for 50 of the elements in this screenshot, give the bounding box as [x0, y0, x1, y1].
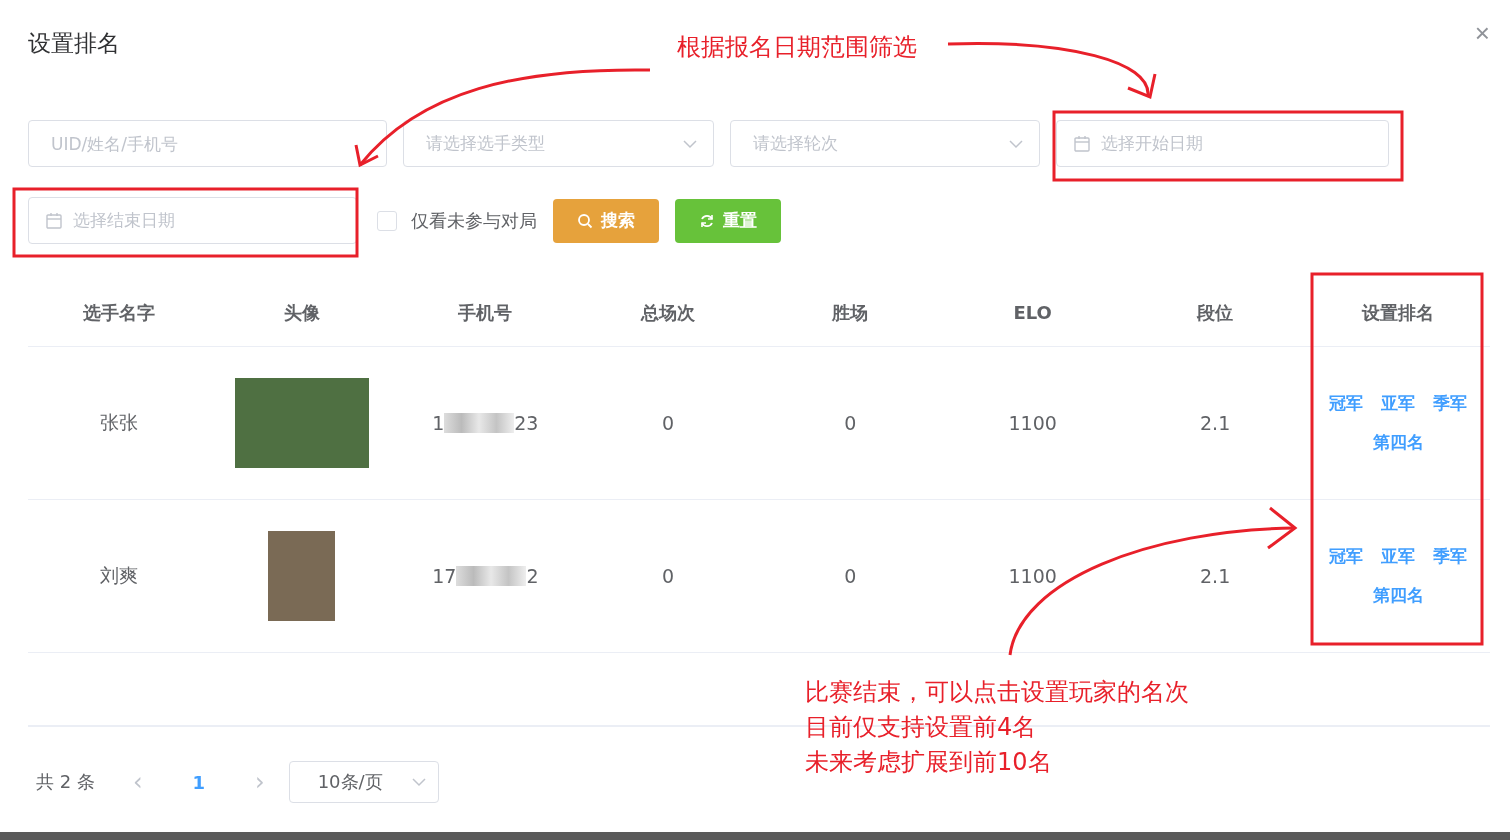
- rank-link[interactable]: 季军: [1433, 545, 1468, 568]
- rank-link[interactable]: 第四名: [1372, 584, 1424, 607]
- checkbox-label[interactable]: 仅看未参与对局: [411, 208, 537, 233]
- rank-link[interactable]: 冠军: [1329, 392, 1364, 415]
- table-cell: 1100: [941, 346, 1124, 500]
- reset-button[interactable]: 重置: [675, 198, 781, 243]
- search-icon: [577, 212, 593, 229]
- next-page-button[interactable]: ›: [245, 768, 275, 796]
- page-number[interactable]: 1: [192, 771, 206, 793]
- phone-number: 1 23: [432, 412, 539, 434]
- close-button[interactable]: ×: [1474, 20, 1490, 46]
- column-header: 头像: [210, 279, 394, 347]
- column-header: 手机号: [393, 279, 577, 347]
- table-cell: 2.1: [1123, 499, 1307, 653]
- refresh-icon: [699, 212, 715, 229]
- annotation-text: 根据报名日期范围筛选: [677, 32, 917, 63]
- page-size-select[interactable]: 10条/页: [288, 761, 439, 803]
- date-field[interactable]: 选择结束日期: [28, 197, 357, 244]
- table-cell: 0: [759, 499, 942, 653]
- table-cell: 张张: [28, 346, 211, 500]
- column-header: ELO: [941, 279, 1124, 347]
- table-cell: 0: [576, 499, 760, 653]
- column-header: 选手名字: [28, 279, 211, 347]
- column-header: 段位: [1123, 279, 1307, 347]
- column-header: 胜场: [759, 279, 942, 347]
- table-cell: 刘爽: [28, 499, 211, 653]
- column-header: 总场次: [576, 279, 760, 347]
- column-header: 设置排名: [1306, 279, 1490, 347]
- annotation-text: 比赛结束，可以点击设置玩家的名次 目前仅支持设置前4名 未来考虑扩展到前10名: [805, 677, 1189, 778]
- total-count: 共 2 条: [36, 770, 95, 794]
- dialog-title: 设置排名: [28, 29, 120, 58]
- checkbox[interactable]: [377, 210, 397, 231]
- rank-link[interactable]: 冠军: [1329, 545, 1364, 568]
- calendar-icon: [45, 211, 63, 230]
- search-field[interactable]: UID/姓名/手机号: [28, 120, 387, 167]
- rank-link[interactable]: 第四名: [1372, 431, 1424, 454]
- calendar-icon: [1073, 134, 1091, 153]
- select-field[interactable]: 请选择选手类型: [403, 120, 714, 167]
- rank-link[interactable]: 季军: [1433, 392, 1468, 415]
- phone-number: 17 2: [432, 565, 539, 587]
- date-field[interactable]: 选择开始日期: [1056, 120, 1389, 167]
- rank-link[interactable]: 亚军: [1381, 545, 1416, 568]
- select-field[interactable]: 请选择轮次: [730, 120, 1040, 167]
- table-cell: 2.1: [1123, 346, 1307, 500]
- search-button[interactable]: 搜索: [553, 198, 659, 243]
- rank-link[interactable]: 亚军: [1381, 392, 1416, 415]
- table-cell: 1100: [941, 499, 1124, 653]
- table-cell: 0: [576, 346, 760, 500]
- table-cell: 0: [759, 346, 942, 500]
- prev-page-button[interactable]: ‹: [122, 768, 153, 796]
